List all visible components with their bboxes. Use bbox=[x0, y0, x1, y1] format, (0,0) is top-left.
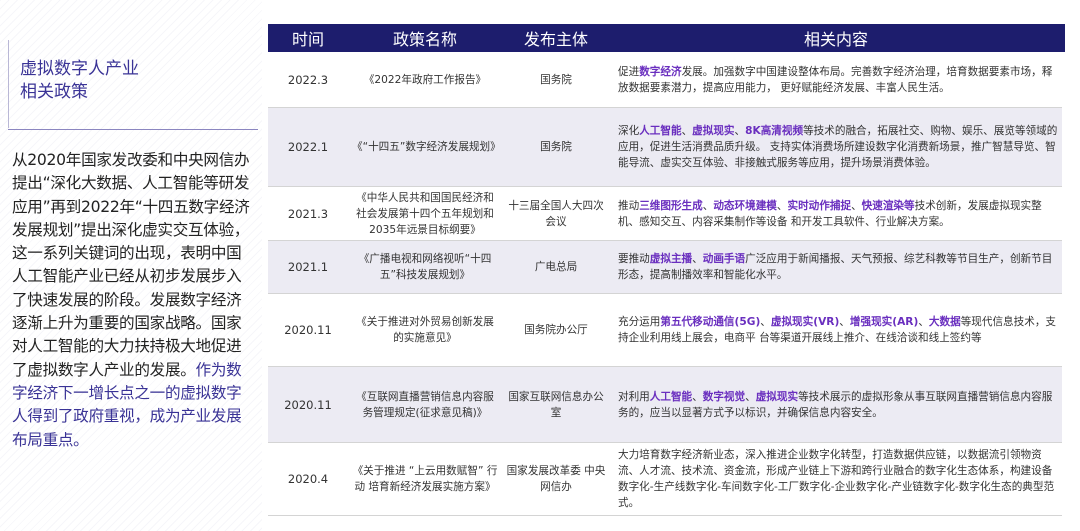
sidebar-accent-line bbox=[8, 40, 9, 128]
keyword-highlight: 虚拟现实 bbox=[692, 125, 735, 137]
keyword-highlight: 三维图形生成 bbox=[639, 199, 703, 212]
content-text: 促进 bbox=[618, 65, 640, 78]
cell-content: 充分运用第五代移动通信(5G)、虚拟现实(VR)、增强现实(AR)、大数据等现代… bbox=[610, 314, 1062, 346]
keyword-highlight: 第五代移动通信(5G) bbox=[660, 316, 761, 328]
cell-issuer: 国务院 bbox=[540, 141, 572, 153]
keyword-highlight: 人工智能 bbox=[639, 125, 682, 137]
keyword-highlight: 动态环境建模 bbox=[713, 199, 777, 212]
content-text: 、 bbox=[692, 390, 703, 403]
header-policy-name: 政策名称 bbox=[392, 30, 457, 49]
content-text: 大力培育数字经济新业态，深入推进企业数字化转型，打造数据供应链，以数据流引领物资… bbox=[618, 449, 1055, 509]
header-content: 相关内容 bbox=[803, 30, 868, 49]
content-text: 发展。加强数字中国建设整体布局。完善数字经济治理，培育数据要素市场，释放数据要素… bbox=[618, 65, 1053, 94]
header-issuer: 发布主体 bbox=[523, 30, 588, 49]
content-text: 、 bbox=[734, 125, 746, 137]
cell-time: 2022.1 bbox=[287, 140, 329, 154]
section-title-line1: 虚拟数字人产业 bbox=[20, 59, 139, 79]
table-row: 2022.3 《2022年政府工作报告》 国务院 促进数字经济发展。加强数字中国建设整… bbox=[268, 52, 1062, 108]
cell-content: 推动三维图形生成、动态环境建模、实时动作捕捉、快速渲染等技术创新，发展虚拟现实整… bbox=[610, 198, 1062, 230]
divider bbox=[8, 129, 258, 130]
cell-issuer: 十三届全国人大四次会议 bbox=[508, 199, 604, 228]
section-title-line2: 相关政策 bbox=[20, 82, 88, 102]
content-text: 、 bbox=[851, 199, 862, 212]
cell-policy-name: 《“十四五”数字经济发展规划》 bbox=[352, 141, 501, 153]
table-row: 2021.3 《中华人民共和国国民经济和社会发展第十四个五年规划和2035年远景目… bbox=[268, 187, 1062, 241]
content-text: 深化 bbox=[618, 125, 640, 137]
table-row: 2021.1 《广播电视和网络视听“十四五”科技发展规划》 广电总局 要推动虚拟主播、… bbox=[268, 241, 1062, 294]
cell-time: 2020.11 bbox=[284, 323, 332, 337]
cell-time: 2022.3 bbox=[287, 72, 329, 87]
content-text: 、 bbox=[681, 125, 693, 137]
keyword-highlight: 大数据 bbox=[928, 316, 961, 328]
table-row: 2020.4 《关于推进 “上云用数赋智” 行动 培育新经济发展实施方案》 国家发展… bbox=[268, 443, 1062, 516]
cell-content: 深化人工智能、虚拟现实、8K高清视频等技术的融合，拓展社交、购物、娱乐、展览等领… bbox=[610, 123, 1062, 171]
keyword-highlight: 虚拟现实(VR) bbox=[770, 316, 840, 328]
cell-content: 要推动虚拟主播、动画手语广泛应用于新闻播报、天气预报、综艺科教等节目生产，创新节… bbox=[610, 251, 1062, 283]
keyword-highlight: 虚拟现实 bbox=[755, 390, 799, 403]
cell-time: 2021.1 bbox=[287, 260, 329, 274]
content-text: 、 bbox=[702, 199, 714, 212]
cell-issuer: 广电总局 bbox=[534, 261, 578, 273]
header-accent bbox=[1062, 24, 1065, 52]
table-header: 时间 政策名称 发布主体 相关内容 bbox=[268, 24, 1062, 52]
table-row: 2022.1 《“十四五”数字经济发展规划》 国务院 深化人工智能、虚拟现实、8K高清… bbox=[268, 108, 1062, 187]
cell-policy-name: 《关于推进 “上云用数赋智” 行动 培育新经济发展实施方案》 bbox=[352, 465, 498, 493]
content-text: 对利用 bbox=[618, 390, 650, 403]
cell-policy-name: 《关于推进对外贸易创新发展的实施意见》 bbox=[356, 316, 494, 344]
content-text: 、 bbox=[745, 390, 756, 403]
intro-text: 从2020年国家发改委和中央网信办提出“深化大数据、人工智能等研发应用”再到20… bbox=[12, 151, 250, 379]
section-title: 虚拟数字人产业 相关政策 bbox=[20, 58, 250, 104]
content-text: 、 bbox=[776, 199, 788, 212]
content-text: 、 bbox=[760, 316, 771, 328]
cell-content: 对利用人工智能、数字视觉、虚拟现实等技术展示的虚拟形象从事互联网直播营销信息内容… bbox=[610, 389, 1062, 421]
table-body: 2022.3 《2022年政府工作报告》 国务院 促进数字经济发展。加强数字中国建设整… bbox=[268, 52, 1062, 516]
keyword-highlight: 数字经济 bbox=[639, 65, 682, 78]
content-text: 充分运用 bbox=[618, 316, 661, 328]
cell-policy-name: 《2022年政府工作报告》 bbox=[363, 73, 487, 86]
keyword-highlight: 动画手语 bbox=[702, 253, 746, 265]
cell-policy-name: 《中华人民共和国国民经济和社会发展第十四个五年规划和2035年远景目标纲要》 bbox=[356, 191, 494, 236]
content-text: 要推动 bbox=[618, 253, 650, 265]
cell-issuer: 国家互联网信息办公室 bbox=[508, 390, 604, 419]
cell-time: 2020.4 bbox=[287, 472, 329, 486]
cell-issuer: 国务院办公厅 bbox=[524, 324, 588, 336]
cell-policy-name: 《广播电视和网络视听“十四五”科技发展规划》 bbox=[358, 253, 492, 281]
cell-time: 2020.11 bbox=[284, 397, 332, 412]
cell-content: 促进数字经济发展。加强数字中国建设整体布局。完善数字经济治理，培育数据要素市场，… bbox=[610, 64, 1062, 96]
keyword-highlight: 人工智能 bbox=[649, 390, 693, 403]
content-text: 、 bbox=[918, 316, 929, 328]
keyword-highlight: 快速渲染等 bbox=[861, 199, 915, 212]
keyword-highlight: 虚拟主播 bbox=[649, 253, 693, 265]
keyword-highlight: 实时动作捕捉 bbox=[787, 199, 852, 212]
header-time: 时间 bbox=[291, 30, 324, 49]
table-row: 2020.11 《互联网直播营销信息内容服务管理规定(征求意见稿)》 国家互联网信息… bbox=[268, 367, 1062, 443]
keyword-highlight: 8K高清视频 bbox=[745, 125, 804, 137]
keyword-highlight: 数字视觉 bbox=[702, 390, 746, 403]
cell-time: 2021.3 bbox=[287, 206, 329, 221]
cell-issuer: 国家发展改革委 中央网信办 bbox=[506, 465, 606, 493]
content-text: 推动 bbox=[618, 199, 640, 212]
content-text: 、 bbox=[839, 316, 850, 328]
intro-paragraph: 从2020年国家发改委和中央网信办提出“深化大数据、人工智能等研发应用”再到20… bbox=[12, 149, 256, 452]
cell-issuer: 国务院 bbox=[540, 73, 572, 86]
table-row: 2020.11 《关于推进对外贸易创新发展的实施意见》 国务院办公厅 充分运用第五代移… bbox=[268, 294, 1062, 367]
content-text: 、 bbox=[692, 253, 703, 265]
cell-content: 大力培育数字经济新业态，深入推进企业数字化转型，打造数据供应链，以数据流引领物资… bbox=[610, 447, 1062, 511]
policy-table: 时间 政策名称 发布主体 相关内容 2022.3 《2022年政府工作报告》 国务院… bbox=[268, 24, 1062, 516]
keyword-highlight: 增强现实(AR) bbox=[849, 316, 919, 328]
cell-policy-name: 《互联网直播营销信息内容服务管理规定(征求意见稿)》 bbox=[356, 390, 494, 419]
